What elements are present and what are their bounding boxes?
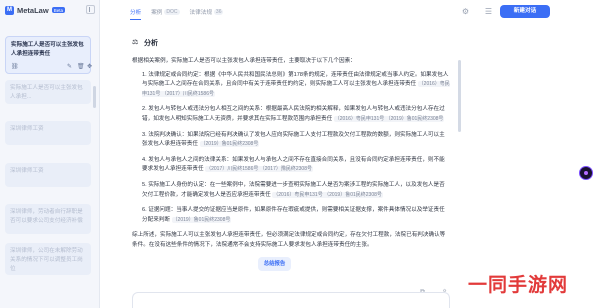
analysis-title: 分析 xyxy=(144,40,158,47)
chat-input-bar[interactable] xyxy=(132,292,450,308)
session-item[interactable]: 深圳律师工资 xyxy=(5,163,91,187)
analysis-point: 2. 发包人与转包人或违法分包人相互之间的关系：根据最高人民法院的相关解释，如果… xyxy=(142,105,450,124)
point-text: 3. 法院判决确认：如果法院已经有判决确认了发包人应向实际施工人支付工程款及欠付… xyxy=(142,131,445,148)
analysis-point: 1. 法律规定或合同约定：根据《中华人民共和国民法总则》第178条的规定，连带责… xyxy=(142,71,450,100)
summary-report-label: 总结报告 xyxy=(263,261,286,267)
analysis-point: 5. 实际施工人身份的认定：在一些案例中，法院需要进一步查明实际施工人是否为案涉… xyxy=(142,181,450,200)
analysis-point: 6. 证据问题：当事人提交的证据应当是原件，如果原件存在瑕疵或提供，则需要相关证… xyxy=(142,206,450,225)
analysis-point: 4. 发包人与承包人之间的法律关系：如果发包人与承包人之间不存在直接合同关系，且… xyxy=(142,156,450,175)
point-text: 1. 法律规定或合同约定：根据《中华人民共和国民法总则》第178条的规定，连带责… xyxy=(142,71,449,88)
analysis-point: 3. 法院判决确认：如果法院已经有判决确认了发包人应向实际施工人支付工程款及欠付… xyxy=(142,131,450,150)
new-chat-button[interactable]: 新建对话 xyxy=(500,5,550,18)
analysis-points: 1. 法律规定或合同约定：根据《中华人民共和国民法总则》第178条的规定，连带责… xyxy=(132,71,450,226)
session-item[interactable]: 深圳律师，公司在未解除劳动关系的情况下可以调整员工岗位 xyxy=(5,243,91,275)
case-citation[interactable]: （2019）鲁01民终2308号 xyxy=(171,216,232,223)
session-title: 深圳律师工资 xyxy=(10,168,44,174)
summary-report-button[interactable]: 总结报告 xyxy=(258,257,291,271)
top-bar: 分析 案例 DOC 法律法规 36 ⚙ ☰ 新建对话 xyxy=(100,0,594,26)
edit-icon[interactable]: ✎ xyxy=(67,63,72,72)
case-citation[interactable]: （2019）鲁01民终2308号 xyxy=(199,141,260,148)
new-chat-label: 新建对话 xyxy=(513,8,537,14)
menu-icon[interactable]: ☰ xyxy=(484,7,493,16)
settings-icon[interactable]: ⚙ xyxy=(461,7,470,16)
case-citation[interactable]: （2017）川民终1586号 （2017）豫民终2308号 xyxy=(205,166,313,173)
app-name: MetaLaw xyxy=(17,5,49,15)
session-title: 深圳律师工资 xyxy=(10,126,44,132)
sidebar-toggle-icon[interactable] xyxy=(86,5,95,14)
tab-list: 分析 案例 DOC 法律法规 36 xyxy=(130,8,224,16)
assistant-orb-icon[interactable] xyxy=(579,166,593,180)
analysis-conclusion: 综上所述，实际施工人可以主张发包人承担连带责任，但必须满足法律规定或合同约定，存… xyxy=(132,232,446,248)
session-tools: ⛓ ✎ 🗑 ✥ xyxy=(11,63,92,72)
analysis-icon: ⚖ xyxy=(132,39,139,46)
session-title: 深圳律师，劳动者自行辞职是否可以要求公司支付经济补偿 xyxy=(10,209,83,224)
tab-laws[interactable]: 法律法规 36 xyxy=(190,8,224,16)
case-citation[interactable]: （2016）粤民申131号 （2019）鲁01民终2308号 xyxy=(272,191,383,198)
link-icon[interactable]: ⛓ xyxy=(11,63,19,72)
watermark: 一同手游网 xyxy=(468,274,569,296)
case-citation[interactable]: （2016）粤民申131号 （2019）鲁01民终2308号 xyxy=(333,115,445,122)
session-title: 深圳律师，公司在未解除劳动关系的情况下可以调整员工岗位 xyxy=(10,248,83,272)
pin-icon[interactable]: ✥ xyxy=(87,63,92,72)
tab-cases[interactable]: 案例 DOC xyxy=(151,8,180,16)
tab-badge: 36 xyxy=(213,9,224,15)
app-root: M MetaLaw Beta 实际施工人是否可以主张发包人承担连带责任 ⛓ ✎ … xyxy=(0,0,594,308)
sidebar-scrollbar[interactable] xyxy=(93,86,96,108)
beta-badge: Beta xyxy=(51,7,65,13)
session-title: 实际施工人是否可以主张发包人承担... xyxy=(10,85,83,100)
content-scrollbar[interactable] xyxy=(458,60,461,132)
analysis-heading: ⚖ 分析 xyxy=(132,38,450,48)
analysis-panel: ⚖ 分析 根据相关案例，实际施工人是否可以主张发包人承担连带责任，主要取决于以下… xyxy=(132,38,450,251)
tab-analysis[interactable]: 分析 xyxy=(130,8,141,16)
tab-label: 法律法规 xyxy=(189,10,212,16)
tab-label: 分析 xyxy=(130,10,142,16)
sidebar: M MetaLaw Beta 实际施工人是否可以主张发包人承担连带责任 ⛓ ✎ … xyxy=(0,0,100,308)
app-logo[interactable]: M MetaLaw Beta xyxy=(5,4,65,16)
active-tab-indicator xyxy=(130,19,141,20)
tab-badge: DOC xyxy=(164,9,180,15)
session-title: 实际施工人是否可以主张发包人承担连带责任 xyxy=(11,42,84,57)
tab-label: 案例 xyxy=(151,10,163,16)
session-item-active[interactable]: 实际施工人是否可以主张发包人承担连带责任 ⛓ ✎ 🗑 ✥ xyxy=(5,36,92,74)
delete-icon[interactable]: 🗑 xyxy=(77,63,85,72)
analysis-intro: 根据相关案例，实际施工人是否可以主张发包人承担连带责任，主要取决于以下几个因素： xyxy=(132,58,356,64)
session-item[interactable]: 深圳律师，劳动者自行辞职是否可以要求公司支付经济补偿 xyxy=(5,204,91,234)
logo-icon: M xyxy=(5,5,14,15)
session-item[interactable]: 深圳律师工资 xyxy=(5,121,91,145)
session-item[interactable]: 实际施工人是否可以主张发包人承担... xyxy=(5,80,91,104)
